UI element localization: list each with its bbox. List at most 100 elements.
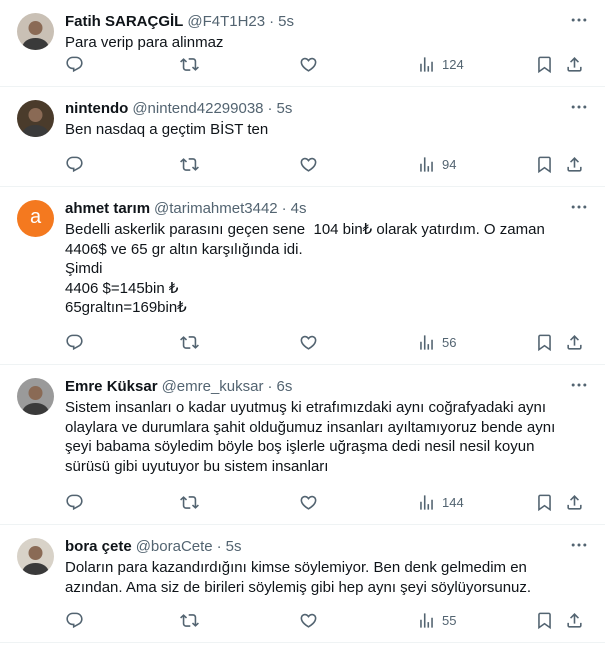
retweet-icon xyxy=(180,613,199,627)
display-name[interactable]: bora çete xyxy=(65,537,132,557)
heart-icon xyxy=(300,57,317,72)
username[interactable]: @nintend42299038 xyxy=(132,99,263,119)
tweet-text: Para verip para alinmaz xyxy=(65,34,224,51)
more-options-icon[interactable] xyxy=(569,97,589,117)
tweet-text: Bedelli askerlik parasını geçen sene 104… xyxy=(65,221,545,316)
timestamp[interactable]: 4s xyxy=(291,199,307,219)
views-button[interactable]: 124 xyxy=(417,53,464,75)
bookmark-button[interactable] xyxy=(535,331,554,353)
bookmark-button[interactable] xyxy=(535,53,554,75)
separator-dot: · xyxy=(216,538,222,555)
bookmark-button[interactable] xyxy=(535,609,554,631)
bookmark-button[interactable] xyxy=(535,153,554,175)
analytics-icon xyxy=(420,612,433,628)
avatar[interactable] xyxy=(17,100,54,137)
tweet-text: Ben nasdaq a geçtim BİST ten xyxy=(65,121,269,138)
reply-icon xyxy=(66,334,83,350)
reply-button[interactable] xyxy=(65,609,84,631)
share-button[interactable] xyxy=(565,609,584,631)
retweet-button[interactable] xyxy=(180,53,199,75)
like-button[interactable] xyxy=(299,609,318,631)
share-button[interactable] xyxy=(565,491,584,513)
share-button[interactable] xyxy=(565,331,584,353)
reply-button[interactable] xyxy=(65,331,84,353)
retweet-icon xyxy=(180,495,199,509)
action-bar: 144 xyxy=(65,491,589,513)
more-options-icon[interactable] xyxy=(569,197,589,217)
like-button[interactable] xyxy=(299,153,318,175)
username[interactable]: @emre_kuksar xyxy=(162,377,264,397)
tweet[interactable]: nintendo @nintend42299038 · 5s Ben nasdaq a … xyxy=(0,87,605,187)
like-button[interactable] xyxy=(299,53,318,75)
tweet-header: ahmet tarım @tarimahmet3442 · 4s xyxy=(65,199,589,219)
retweet-button[interactable] xyxy=(180,153,199,175)
timestamp[interactable]: 5s xyxy=(277,99,293,119)
tweet[interactable]: a ahmet tarım @tarimahmet3442 · 4s Bedelli as… xyxy=(0,187,605,365)
action-bar: 55 xyxy=(65,609,589,631)
retweet-button[interactable] xyxy=(180,609,199,631)
separator-dot: · xyxy=(281,200,287,217)
bookmark-icon xyxy=(538,612,551,629)
avatar[interactable]: a xyxy=(17,200,54,237)
avatar-letter: a xyxy=(29,206,42,228)
username[interactable]: @F4T1H23 xyxy=(187,12,265,32)
more-options-icon[interactable] xyxy=(569,535,589,555)
separator-dot: · xyxy=(267,100,273,117)
timeline: Fatih SARAÇGİL @F4T1H23 · 5s Para verip para… xyxy=(0,0,605,643)
views-button[interactable]: 144 xyxy=(417,491,464,513)
views-button[interactable]: 94 xyxy=(417,153,456,175)
timestamp[interactable]: 5s xyxy=(278,12,294,32)
display-name[interactable]: Emre Küksar xyxy=(65,377,158,397)
reply-icon xyxy=(66,612,83,628)
display-name[interactable]: ahmet tarım xyxy=(65,199,150,219)
avatar[interactable] xyxy=(17,538,54,575)
tweet-text: Sistem insanları o kadar uyutmuş ki etra… xyxy=(65,399,556,475)
share-icon xyxy=(567,156,582,172)
share-icon xyxy=(567,494,582,510)
reply-button[interactable] xyxy=(65,153,84,175)
bookmark-icon xyxy=(538,494,551,511)
heart-icon xyxy=(300,495,317,510)
analytics-icon xyxy=(420,156,433,172)
avatar[interactable] xyxy=(17,13,54,50)
timestamp[interactable]: 5s xyxy=(226,537,242,557)
retweet-button[interactable] xyxy=(180,491,199,513)
share-icon xyxy=(567,612,582,628)
tweet-text: Doların para kazandırdığını kimse söylem… xyxy=(65,559,532,596)
more-options-icon[interactable] xyxy=(569,10,589,30)
display-name[interactable]: nintendo xyxy=(65,99,128,119)
tweet[interactable]: Fatih SARAÇGİL @F4T1H23 · 5s Para verip para… xyxy=(0,0,605,87)
tweet[interactable]: Emre Küksar @emre_kuksar · 6s Sistem insanla… xyxy=(0,365,605,525)
heart-icon xyxy=(300,613,317,628)
reply-icon xyxy=(66,56,83,72)
like-button[interactable] xyxy=(299,491,318,513)
share-icon xyxy=(567,56,582,72)
avatar[interactable] xyxy=(17,378,54,415)
retweet-icon xyxy=(180,335,199,349)
bookmark-button[interactable] xyxy=(535,491,554,513)
username[interactable]: @tarimahmet3442 xyxy=(154,199,278,219)
share-button[interactable] xyxy=(565,53,584,75)
share-button[interactable] xyxy=(565,153,584,175)
view-count: 94 xyxy=(442,156,457,172)
analytics-icon xyxy=(420,56,433,72)
tweet-header: nintendo @nintend42299038 · 5s xyxy=(65,99,589,119)
display-name[interactable]: Fatih SARAÇGİL xyxy=(65,12,183,32)
action-bar: 56 xyxy=(65,331,589,353)
view-count: 124 xyxy=(442,56,464,72)
reply-button[interactable] xyxy=(65,491,84,513)
tweet[interactable]: bora çete @boraCete · 5s Doların para kazand… xyxy=(0,525,605,643)
views-button[interactable]: 55 xyxy=(417,609,456,631)
separator-dot: · xyxy=(267,378,273,395)
username[interactable]: @boraCete xyxy=(136,537,213,557)
analytics-icon xyxy=(420,334,433,350)
action-bar: 94 xyxy=(65,153,589,175)
reply-icon xyxy=(66,156,83,172)
views-button[interactable]: 56 xyxy=(417,331,456,353)
more-options-icon[interactable] xyxy=(569,375,589,395)
timestamp[interactable]: 6s xyxy=(277,377,293,397)
retweet-button[interactable] xyxy=(180,331,199,353)
like-button[interactable] xyxy=(299,331,318,353)
reply-button[interactable] xyxy=(65,53,84,75)
reply-icon xyxy=(66,494,83,510)
